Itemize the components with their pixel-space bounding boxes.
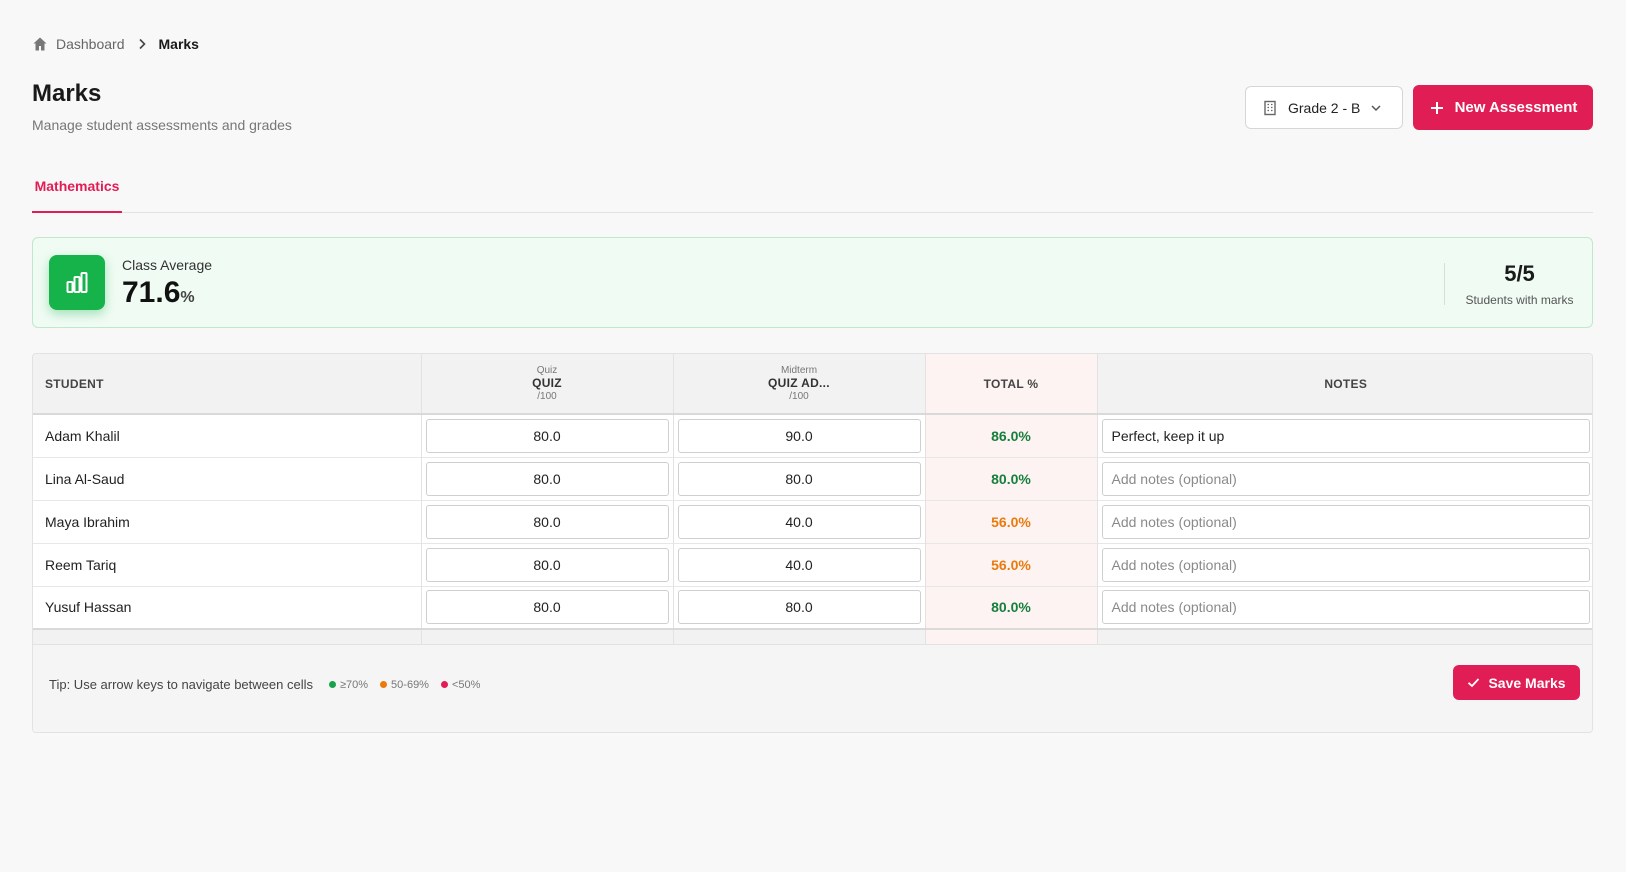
total-percent: 56.0% [925, 543, 1098, 586]
midterm-mark-input[interactable]: 80.0 [677, 461, 921, 496]
notes-cell: Add notes (optional) [1097, 543, 1592, 586]
mark-cell: 80.0 [421, 500, 674, 543]
mark-cell: 80.0 [421, 457, 674, 500]
mark-cell: 80.0 [673, 586, 926, 629]
table-row: Maya Ibrahim 80.0 40.0 56.0% Add notes (opti… [33, 500, 1592, 543]
notes-input[interactable]: Add notes (optional) [1101, 590, 1590, 625]
mark-cell: 40.0 [673, 500, 926, 543]
quiz-mark-input[interactable]: 80.0 [425, 418, 669, 453]
page-title: Marks [32, 80, 102, 107]
column-header-midterm[interactable]: Midterm QUIZ AD... /100 [673, 354, 926, 414]
mark-cell: 90.0 [673, 414, 926, 457]
class-average-label: Class Average [122, 257, 213, 273]
table-row: Lina Al-Saud 80.0 80.0 80.0% Add notes (opti… [33, 457, 1592, 500]
chevron-down-icon [1371, 104, 1381, 111]
column-header-quiz[interactable]: Quiz QUIZ /100 [421, 354, 674, 414]
check-icon [1468, 678, 1480, 688]
notes-input[interactable]: Add notes (optional) [1101, 547, 1590, 582]
total-percent: 56.0% [925, 500, 1098, 543]
plus-icon [1430, 101, 1443, 114]
quiz-mark-input[interactable]: 80.0 [425, 504, 669, 539]
table-row: Reem Tariq 80.0 40.0 56.0% Add notes (option… [33, 543, 1592, 586]
class-average-value: 71.6% [122, 276, 195, 309]
mark-cell: 80.0 [421, 414, 674, 457]
page-subtitle: Manage student assessments and grades [32, 117, 292, 133]
midterm-mark-input[interactable]: 40.0 [677, 504, 921, 539]
building-icon [1264, 100, 1276, 115]
new-assessment-label: New Assessment [1454, 99, 1578, 116]
total-percent: 80.0% [925, 457, 1098, 500]
notes-input[interactable]: Add notes (optional) [1101, 461, 1590, 496]
quiz-mark-input[interactable]: 80.0 [425, 461, 669, 496]
save-marks-label: Save Marks [1488, 674, 1566, 691]
tip-text: Tip: Use arrow keys to navigate between … [49, 677, 313, 692]
total-percent: 86.0% [925, 414, 1098, 457]
legend: ≥70% 50-69% <50% [328, 679, 492, 691]
column-header-notes: NOTES [1324, 376, 1368, 391]
student-name: Reem Tariq [33, 543, 422, 586]
tip: Tip: Use arrow keys to navigate between … [49, 677, 492, 692]
chevron-right-icon [138, 38, 146, 50]
legend-red: <50% [440, 679, 480, 691]
notes-cell: Add notes (optional) [1097, 586, 1592, 629]
students-count-label: Students with marks [1465, 293, 1574, 307]
breadcrumb: Dashboard Marks [32, 36, 199, 52]
breadcrumb-current: Marks [158, 36, 199, 52]
student-name: Yusuf Hassan [33, 586, 422, 629]
legend-green: ≥70% [328, 679, 368, 691]
total-percent: 80.0% [925, 586, 1098, 629]
home-icon[interactable] [32, 36, 48, 52]
notes-input[interactable]: Perfect, keep it up [1101, 418, 1590, 453]
table-header-row: STUDENT Quiz QUIZ /100 Midterm QUIZ AD..… [33, 354, 1592, 414]
class-average-card: Class Average 71.6% 5/5 Students with ma… [32, 237, 1593, 328]
bar-chart-icon [49, 255, 105, 310]
quiz-mark-input[interactable]: 80.0 [425, 590, 669, 625]
student-name: Lina Al-Saud [33, 457, 422, 500]
student-name: Maya Ibrahim [33, 500, 422, 543]
new-assessment-button[interactable]: New Assessment [1413, 85, 1593, 130]
save-marks-button[interactable]: Save Marks [1453, 665, 1580, 700]
mark-cell: 80.0 [421, 543, 674, 586]
notes-cell: Perfect, keep it up [1097, 414, 1592, 457]
notes-cell: Add notes (optional) [1097, 457, 1592, 500]
mark-cell: 40.0 [673, 543, 926, 586]
column-header-total: TOTAL % [925, 354, 1098, 414]
quiz-mark-input[interactable]: 80.0 [425, 547, 669, 582]
notes-input[interactable]: Add notes (optional) [1101, 504, 1590, 539]
students-count: 5/5 [1504, 261, 1535, 286]
student-name: Adam Khalil [33, 414, 422, 457]
legend-orange: 50-69% [380, 679, 429, 691]
grade-select[interactable]: Grade 2 - B [1245, 86, 1403, 129]
table-row: Yusuf Hassan 80.0 80.0 80.0% Add notes (opti… [33, 586, 1592, 629]
subject-tabs: Mathematics [32, 172, 1593, 213]
mark-cell: 80.0 [421, 586, 674, 629]
table-footer: Tip: Use arrow keys to navigate between … [33, 644, 1592, 732]
mark-cell: 80.0 [673, 457, 926, 500]
midterm-mark-input[interactable]: 40.0 [677, 547, 921, 582]
notes-cell: Add notes (optional) [1097, 500, 1592, 543]
column-header-student: STUDENT [33, 354, 422, 414]
midterm-mark-input[interactable]: 90.0 [677, 418, 921, 453]
tab-mathematics[interactable]: Mathematics [32, 172, 122, 213]
table-row: Adam Khalil 80.0 90.0 86.0% Perfect, keep it… [33, 414, 1592, 457]
midterm-mark-input[interactable]: 80.0 [677, 590, 921, 625]
grade-select-value: Grade 2 - B [1288, 99, 1361, 116]
marks-table: STUDENT Quiz QUIZ /100 Midterm QUIZ AD..… [32, 353, 1593, 733]
breadcrumb-dashboard[interactable]: Dashboard [56, 36, 125, 52]
